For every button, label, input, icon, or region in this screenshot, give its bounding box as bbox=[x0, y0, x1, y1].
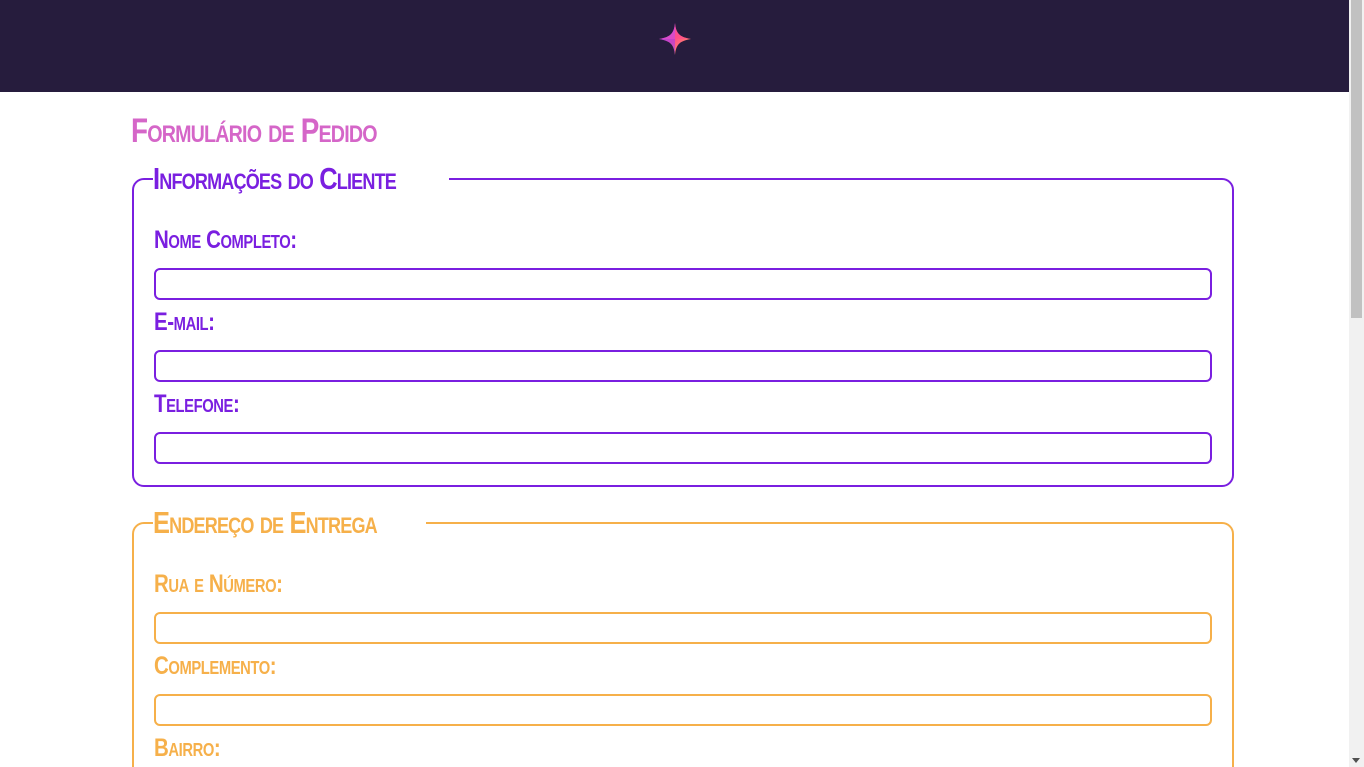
email-input[interactable] bbox=[154, 350, 1212, 382]
street-label: Rua e Número: bbox=[154, 570, 283, 598]
phone-label: Telefone: bbox=[154, 390, 240, 418]
client-info-legend: Informações do Cliente bbox=[153, 161, 397, 196]
vertical-scrollbar[interactable] bbox=[1349, 0, 1364, 767]
street-input[interactable] bbox=[154, 612, 1212, 644]
scrollbar-thumb[interactable] bbox=[1351, 0, 1362, 318]
sparkle-star-icon[interactable] bbox=[658, 22, 692, 56]
site-header bbox=[0, 0, 1349, 92]
page-title: Formulário de Pedido bbox=[131, 112, 378, 150]
full-name-input[interactable] bbox=[154, 268, 1212, 300]
delivery-address-legend: Endereço de Entrega bbox=[153, 505, 378, 540]
phone-input[interactable] bbox=[154, 432, 1212, 464]
scroll-down-arrow-icon[interactable] bbox=[1352, 758, 1360, 763]
email-label: E-mail: bbox=[154, 308, 215, 336]
complement-input[interactable] bbox=[154, 694, 1212, 726]
full-name-label: Nome Completo: bbox=[154, 226, 297, 254]
neighborhood-label: Bairro: bbox=[154, 734, 221, 762]
complement-label: Complemento: bbox=[154, 652, 277, 680]
